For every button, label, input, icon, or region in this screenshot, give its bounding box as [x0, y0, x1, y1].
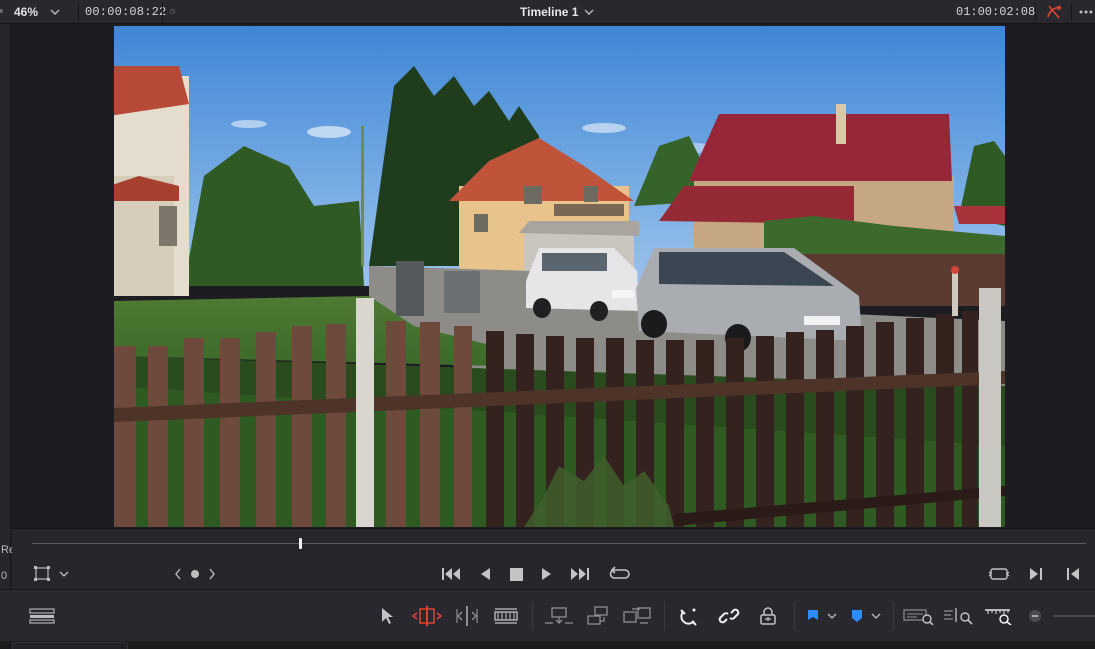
stop-button[interactable] — [505, 563, 527, 585]
jump-to-end-icon — [571, 568, 589, 580]
divider — [1035, 3, 1036, 21]
source-timecode: 00:00:08:22 — [85, 5, 167, 19]
edit-toolbar — [0, 589, 1095, 641]
position-lock-button[interactable] — [755, 604, 781, 628]
overwrite-clip-button[interactable] — [585, 604, 611, 628]
dynamic-trim-button[interactable] — [454, 604, 480, 628]
left-panel-edge: Re 0 0 0 — [0, 24, 15, 649]
jog-bar[interactable] — [12, 528, 1095, 558]
zoom-out-icon — [1029, 610, 1041, 622]
timeline-name: Timeline 1 — [520, 5, 579, 19]
timeline-tab[interactable] — [12, 642, 128, 649]
blade-tool-button[interactable] — [493, 604, 519, 628]
bypass-off-icon[interactable] — [1044, 2, 1064, 22]
zoom-selector[interactable]: 46% — [14, 0, 62, 24]
video-frame-image — [114, 26, 1005, 527]
jump-to-start-button[interactable] — [440, 563, 462, 585]
zoom-out-button[interactable] — [1024, 604, 1046, 628]
video-frame[interactable] — [114, 26, 1005, 527]
cinema-viewer-icon — [988, 568, 1010, 580]
insert-clip-button[interactable] — [544, 604, 574, 628]
timeline-tabs-strip — [0, 641, 1095, 649]
timeline-view-options-button[interactable] — [29, 604, 55, 628]
zoom-detail-icon — [944, 608, 973, 625]
lock-icon — [760, 607, 776, 625]
flag-icon — [808, 610, 837, 620]
full-extent-zoom-button[interactable] — [903, 604, 935, 628]
playhead[interactable] — [299, 538, 303, 549]
more-options-icon[interactable] — [1077, 5, 1095, 19]
marker-dropdown[interactable] — [848, 604, 884, 628]
selection-pointer-icon — [382, 608, 393, 624]
mark-in-icon — [1030, 568, 1042, 580]
toolbar-divider — [532, 602, 533, 630]
divider — [78, 3, 79, 21]
toolbar-divider — [664, 602, 665, 630]
replace-clip-button[interactable] — [622, 604, 652, 628]
cinema-viewer-button[interactable] — [988, 563, 1010, 585]
divider — [1071, 3, 1072, 21]
toolbar-divider — [893, 602, 894, 630]
record-timecode: 01:00:02:08 — [956, 5, 1036, 19]
play-reverse-icon — [481, 568, 490, 580]
link-icon — [718, 608, 740, 624]
marker-icon — [852, 610, 881, 622]
status-dot-icon — [170, 9, 175, 14]
match-frame-control[interactable] — [172, 563, 218, 585]
linked-selection-button[interactable] — [716, 604, 742, 628]
play-icon — [542, 568, 551, 580]
match-frame-icon — [175, 568, 215, 580]
stop-icon — [509, 567, 523, 581]
mark-out-icon — [1067, 568, 1079, 580]
trim-edit-button[interactable] — [412, 604, 442, 628]
zoom-full-icon — [903, 609, 934, 625]
dynamic-trim-icon — [456, 606, 478, 626]
chevron-down-icon — [584, 9, 594, 15]
jump-to-start-icon — [442, 568, 460, 580]
flag-dropdown[interactable] — [804, 604, 840, 628]
transport-controls — [12, 558, 1095, 589]
blade-icon — [494, 608, 518, 624]
overwrite-clip-icon — [587, 606, 608, 625]
viewer-overlay-button[interactable] — [32, 563, 72, 585]
zoom-custom-icon — [985, 609, 1012, 625]
timeline-layout-icon — [29, 608, 55, 624]
mark-out-button[interactable] — [1062, 563, 1084, 585]
panel-edge-dot — [0, 9, 3, 13]
custom-zoom-button[interactable] — [984, 604, 1016, 628]
zoom-level: 46% — [14, 5, 39, 19]
viewer-overlay-icon — [34, 566, 69, 581]
play-reverse-button[interactable] — [474, 563, 496, 585]
loop-icon — [609, 566, 630, 579]
trim-edit-icon — [412, 606, 442, 626]
snapping-button[interactable] — [676, 604, 702, 628]
play-button[interactable] — [536, 563, 558, 585]
divider — [162, 3, 163, 21]
loop-button[interactable] — [608, 563, 630, 585]
detail-zoom-button[interactable] — [943, 604, 975, 628]
timeline-zoom-slider[interactable] — [1054, 615, 1095, 617]
chevron-down-icon — [50, 9, 60, 15]
mark-in-button[interactable] — [1025, 563, 1047, 585]
selection-tool-button[interactable] — [374, 604, 400, 628]
scrubber-track[interactable] — [32, 543, 1086, 544]
viewer-header: 46% 00:00:08:22 Timeline 1 01:00:02:08 — [0, 0, 1095, 24]
timeline-selector[interactable]: Timeline 1 — [520, 0, 595, 24]
jump-to-end-button[interactable] — [569, 563, 591, 585]
left-panel-text: 0 — [1, 570, 8, 582]
insert-clip-icon — [545, 607, 573, 624]
timeline-viewer[interactable] — [12, 24, 1095, 528]
replace-clip-icon — [623, 607, 651, 624]
toolbar-divider — [794, 602, 795, 630]
snapping-magnet-icon — [680, 608, 697, 626]
